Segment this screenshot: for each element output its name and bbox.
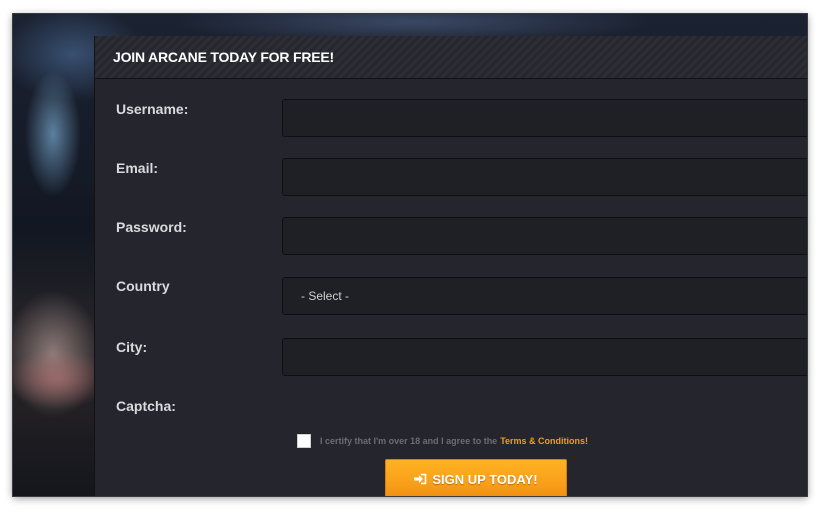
terms-link[interactable]: Terms & Conditions! <box>500 436 588 446</box>
city-input[interactable] <box>282 338 807 376</box>
terms-checkbox[interactable] <box>297 434 311 448</box>
panel-title: JOIN ARCANE TODAY FOR FREE! <box>113 49 334 65</box>
country-select-value: - Select - <box>301 289 350 303</box>
password-label: Password: <box>116 219 187 235</box>
username-label: Username: <box>116 101 189 117</box>
email-label: Email: <box>116 160 159 176</box>
terms-text: I certify that I'm over 18 and I agree t… <box>320 436 498 446</box>
captcha-label: Captcha: <box>116 398 176 414</box>
country-label: Country <box>116 278 170 294</box>
signup-button[interactable]: SIGN UP TODAY! <box>385 459 567 496</box>
city-label: City: <box>116 339 148 355</box>
signup-panel: JOIN ARCANE TODAY FOR FREE! Username: Em… <box>94 36 807 496</box>
sign-in-icon <box>414 473 427 485</box>
password-input[interactable] <box>282 217 807 255</box>
browser-viewport: JOIN ARCANE TODAY FOR FREE! Username: Em… <box>13 14 807 496</box>
username-input[interactable] <box>282 99 807 137</box>
terms-row: I certify that I'm over 18 and I agree t… <box>297 434 588 448</box>
signup-button-label: SIGN UP TODAY! <box>432 471 538 487</box>
country-select[interactable]: - Select - <box>282 277 807 315</box>
email-input[interactable] <box>282 158 807 196</box>
panel-header: JOIN ARCANE TODAY FOR FREE! <box>95 36 807 79</box>
